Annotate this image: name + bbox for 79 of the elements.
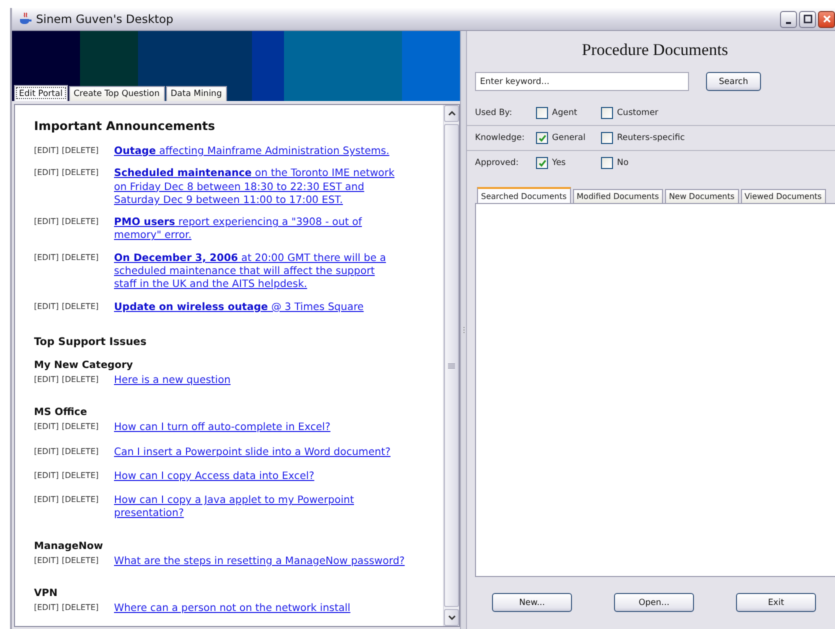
checkbox[interactable]: Agent xyxy=(536,107,601,119)
edit-link[interactable]: [EDIT] xyxy=(34,422,59,435)
link[interactable]: How can I turn off auto-complete in Excel? xyxy=(114,421,414,435)
edit-link[interactable]: [EDIT] xyxy=(34,446,59,459)
link[interactable]: Where can a person not on the network install xyxy=(114,602,414,616)
tab[interactable]: Modified Documents xyxy=(572,189,663,203)
minimize-icon xyxy=(786,22,791,24)
delete-link[interactable]: [DELETE] xyxy=(62,302,99,314)
caret-up-icon xyxy=(448,111,456,116)
checkbox[interactable]: No xyxy=(601,157,666,169)
link[interactable]: On December 3, 2006 at 20:00 GMT there will be a scheduled maintenance that will affect the support staff in the UK and the AITS helpdesk. xyxy=(114,252,397,292)
edit-link[interactable]: [EDIT] xyxy=(34,374,59,388)
search-field[interactable]: Enter keyword... xyxy=(475,72,689,91)
category-heading: ManageNow xyxy=(34,540,104,552)
delete-link[interactable]: [DELETE] xyxy=(62,556,99,568)
delete-link[interactable]: [DELETE] xyxy=(62,146,99,158)
delete-link[interactable]: [DELETE] xyxy=(62,168,99,208)
checkbox[interactable]: Reuters-specific xyxy=(601,132,685,144)
delete-link[interactable]: [DELETE] xyxy=(62,374,99,388)
button[interactable]: Exit xyxy=(736,593,816,612)
link[interactable]: Update on wireless outage @ 3 Times Square xyxy=(114,300,397,314)
scroll-down-button[interactable] xyxy=(444,609,459,626)
section-heading: Top Support Issues xyxy=(34,336,148,348)
link[interactable]: What are the steps in resetting a ManageNow password? xyxy=(114,554,414,568)
field-label: Used By: xyxy=(475,108,514,118)
section-heading: Important Announcements xyxy=(34,119,216,133)
checkbox[interactable]: Yes xyxy=(536,157,601,169)
minimize-button[interactable] xyxy=(780,10,797,28)
link[interactable]: Can I insert a Powerpoint slide into a Word document? xyxy=(114,446,414,459)
close-button[interactable] xyxy=(818,10,835,28)
edit-link[interactable]: [EDIT] xyxy=(34,168,59,208)
delete-link[interactable]: [DELETE] xyxy=(62,422,99,435)
link[interactable]: Here is a new question xyxy=(114,374,414,388)
edit-link[interactable]: [EDIT] xyxy=(34,302,59,314)
delete-link[interactable]: [DELETE] xyxy=(62,217,99,243)
field-label: Knowledge: xyxy=(475,133,526,143)
edit-link[interactable]: [EDIT] xyxy=(34,556,59,568)
category-heading: My New Category xyxy=(34,360,134,371)
coffee-cup-icon xyxy=(18,12,32,26)
category-heading: VPN xyxy=(34,588,58,600)
maximize-button[interactable] xyxy=(799,10,816,28)
grip-icon xyxy=(448,362,455,368)
edit-link[interactable]: [EDIT] xyxy=(34,470,59,484)
delete-link[interactable]: [DELETE] xyxy=(62,603,99,616)
close-icon xyxy=(822,14,832,24)
search-button[interactable]: Search xyxy=(706,72,761,91)
check-icon xyxy=(538,134,546,142)
delete-link[interactable]: [DELETE] xyxy=(62,495,99,521)
link[interactable]: Scheduled maintenance on the Toronto IME network on Friday Dec 8 between 18:30 to 22:30 EST and Saturday Dec 9 between 11:00 to 17:00 EST. xyxy=(114,167,397,208)
scroll-up-button[interactable] xyxy=(444,105,459,122)
edit-link[interactable]: [EDIT] xyxy=(34,217,59,243)
category-heading: MS Office xyxy=(34,407,88,418)
check-icon xyxy=(538,158,546,168)
delete-link[interactable]: [DELETE] xyxy=(62,470,99,484)
checkbox[interactable]: Customer xyxy=(601,107,666,119)
checkbox[interactable]: General xyxy=(536,132,601,144)
window-title: Sinem Guven's Desktop xyxy=(36,12,174,26)
link[interactable]: PMO users report experiencing a "3908 - out of memory" error. xyxy=(114,216,397,243)
edit-link[interactable]: [EDIT] xyxy=(34,252,59,292)
tab[interactable]: Searched Documents xyxy=(477,187,571,203)
button[interactable]: New... xyxy=(492,593,572,612)
edit-link[interactable]: [EDIT] xyxy=(34,603,59,616)
tab[interactable]: Create Top Question xyxy=(68,86,165,101)
field-label: Approved: xyxy=(475,158,520,168)
edit-link[interactable]: [EDIT] xyxy=(34,495,59,521)
tab[interactable]: Data Mining xyxy=(166,86,227,101)
delete-link[interactable]: [DELETE] xyxy=(62,252,99,292)
delete-link[interactable]: [DELETE] xyxy=(62,446,99,459)
tab[interactable]: New Documents xyxy=(664,189,739,203)
link[interactable]: Outage affecting Mainframe Administration Systems. xyxy=(114,145,397,158)
button[interactable]: Open... xyxy=(614,593,694,612)
caret-down-icon xyxy=(448,615,456,620)
panel-title: Procedure Documents xyxy=(580,40,730,60)
link[interactable]: How can I copy a Java applet to my Powerpoint presentation? xyxy=(114,494,414,521)
edit-link[interactable]: [EDIT] xyxy=(34,146,59,158)
tab[interactable]: Viewed Documents xyxy=(740,189,826,203)
maximize-icon xyxy=(802,14,812,24)
tab[interactable]: Edit Portal xyxy=(14,85,68,101)
link[interactable]: How can I copy Access data into Excel? xyxy=(114,470,414,484)
